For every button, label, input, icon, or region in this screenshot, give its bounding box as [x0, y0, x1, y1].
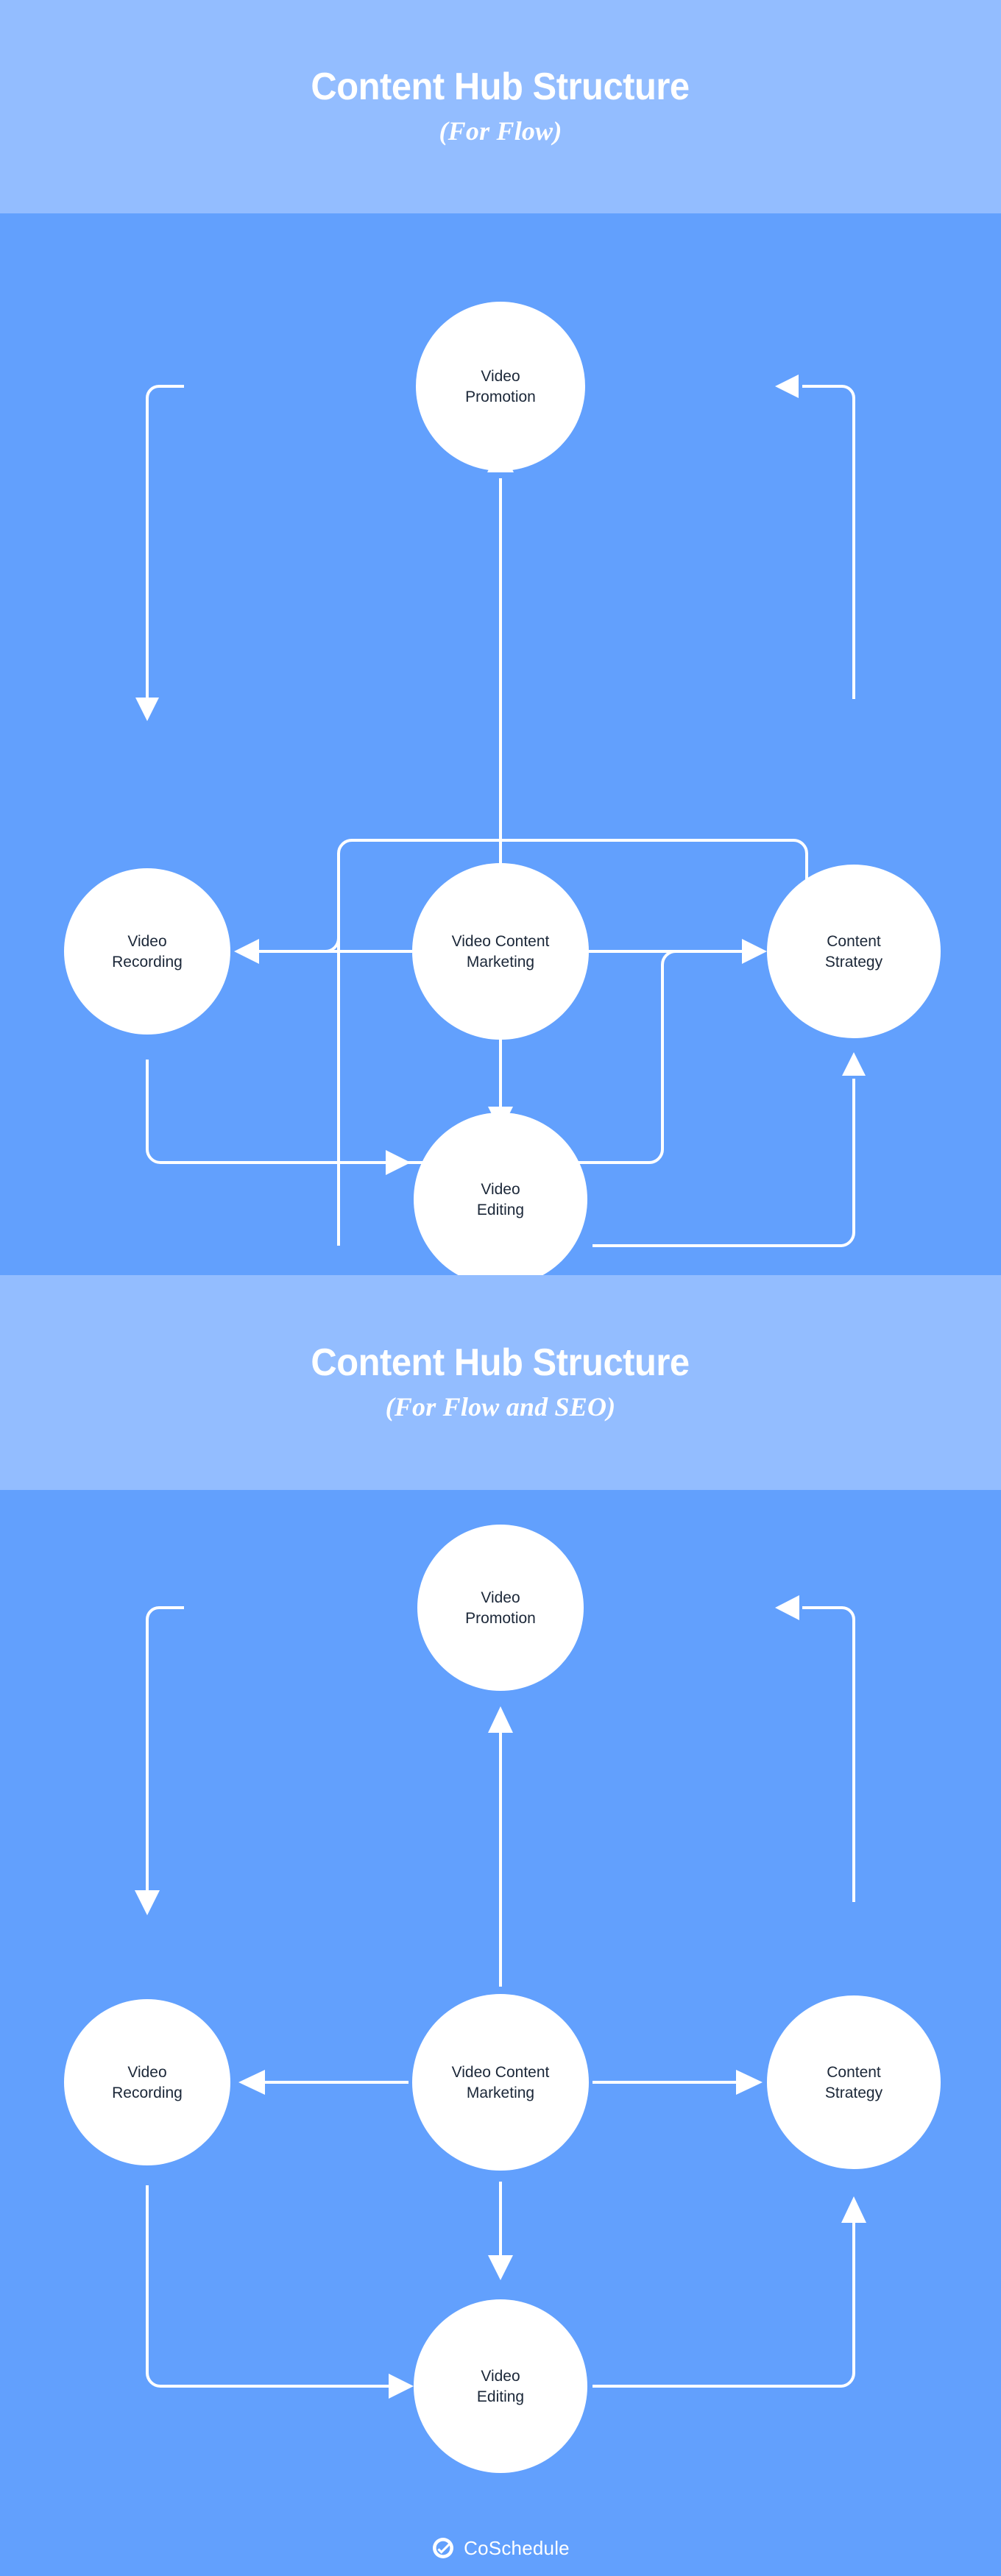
section-2-header: Content Hub Structure (For Flow and SEO) — [0, 1275, 1001, 1490]
node-label-line1: Content — [827, 2064, 881, 2081]
edge-promotion-to-recording — [146, 385, 184, 700]
node-label-line2: Promotion — [465, 1610, 536, 1627]
node-label-line1: Content — [827, 933, 881, 950]
node-label-line1: Video — [127, 2064, 166, 2081]
node-label-line2: Editing — [477, 2388, 524, 2405]
node-video-editing-1[interactable]: Video Editing — [414, 1113, 587, 1275]
diagram-for-flow-and-seo: Video Promotion Video Recording Video Co… — [0, 1490, 1001, 2520]
section-1-title: Content Hub Structure — [311, 65, 690, 108]
node-video-content-marketing-1[interactable]: Video Content Marketing — [412, 863, 589, 1040]
node-label-line2: Recording — [112, 954, 183, 971]
node-label-line2: Strategy — [825, 954, 883, 971]
node-video-promotion-2[interactable]: Video Promotion — [417, 1525, 584, 1691]
edge-recording-to-editing — [146, 1060, 389, 1164]
arrowhead-editing-to-strategy — [842, 1052, 866, 1076]
section-2-subtitle: (For Flow and SEO) — [385, 1392, 616, 1422]
edge2-promotion-to-recording — [146, 1606, 184, 1891]
node-circle — [64, 868, 230, 1035]
node-label-line2: Marketing — [467, 2084, 534, 2101]
node-video-content-marketing-2[interactable]: Video Content Marketing — [412, 1994, 589, 2171]
node-label-line2: Editing — [477, 1202, 524, 1218]
node-circle — [412, 1994, 589, 2171]
node-video-promotion-1[interactable]: Video Promotion — [416, 302, 585, 471]
edge-strategy-to-promotion-top — [802, 385, 855, 699]
section-1-header: Content Hub Structure (For Flow) — [0, 0, 1001, 213]
arrowhead2-marketing-to-strategy — [736, 2070, 763, 2095]
check-circle-icon — [433, 2538, 454, 2558]
arrowhead-marketing-to-recording — [234, 939, 259, 964]
diagram-for-flow: Video Promotion Video Recording Video Co… — [0, 213, 1001, 1275]
arrowhead2-marketing-to-promotion — [488, 1706, 513, 1733]
node-video-editing-2[interactable]: Video Editing — [414, 2299, 587, 2473]
node-circle — [767, 1995, 941, 2169]
edge2-strategy-to-promotion — [802, 1606, 855, 1902]
arrowhead-promotion-to-recording — [135, 698, 159, 721]
node-label-line1: Video — [481, 368, 520, 385]
arrowhead2-promotion-to-recording — [135, 1890, 160, 1915]
section-2-title: Content Hub Structure — [311, 1341, 690, 1384]
node-label-line1: Video — [481, 1589, 520, 1606]
node-label-line2: Strategy — [825, 2084, 883, 2101]
node-label-line2: Promotion — [465, 388, 536, 405]
node-circle — [417, 1525, 584, 1691]
node-circle — [416, 302, 585, 471]
arrowhead2-strategy-to-promotion — [775, 1595, 799, 1620]
arrowhead-marketing-to-strategy — [742, 939, 767, 964]
node-video-recording-1[interactable]: Video Recording — [64, 868, 230, 1035]
diagram-1-canvas: Video Promotion Video Recording Video Co… — [64, 302, 941, 1275]
node-label-line1: Video Content — [452, 933, 550, 950]
arrowhead2-marketing-to-recording — [238, 2070, 265, 2095]
node-circle — [767, 865, 941, 1038]
edge2-recording-to-editing — [146, 2185, 389, 2388]
node-label-line1: Video — [481, 2368, 520, 2385]
brand-name: CoSchedule — [464, 2536, 570, 2559]
node-label-line1: Video Content — [452, 2064, 550, 2081]
arrowhead2-editing-to-strategy — [841, 2196, 866, 2223]
arrowhead-strategy-to-promotion — [775, 375, 799, 398]
arrowhead2-marketing-to-editing — [488, 2255, 513, 2280]
diagram-2-canvas: Video Promotion Video Recording Video Co… — [64, 1525, 941, 2473]
node-circle — [64, 1999, 230, 2165]
edge2-editing-to-strategy — [593, 2222, 855, 2388]
node-label-line1: Video — [481, 1181, 520, 1198]
section-1-subtitle: (For Flow) — [439, 116, 562, 146]
footer-brand: CoSchedule — [0, 2520, 1001, 2576]
node-circle — [412, 863, 589, 1040]
infographic-page: Content Hub Structure (For Flow) Video P… — [0, 0, 1001, 2576]
node-label-line2: Recording — [112, 2084, 183, 2101]
node-video-recording-2[interactable]: Video Recording — [64, 1999, 230, 2165]
node-label-line2: Marketing — [467, 954, 534, 971]
node-content-strategy-2[interactable]: Content Strategy — [767, 1995, 941, 2169]
edge-rail-left-down — [272, 854, 340, 953]
node-circle — [414, 2299, 587, 2473]
node-label-line1: Video — [127, 933, 166, 950]
arrowhead2-recording-to-editing — [389, 2374, 414, 2399]
arrowhead-recording-to-editing — [386, 1150, 411, 1175]
node-content-strategy-1[interactable]: Content Strategy — [767, 865, 941, 1038]
